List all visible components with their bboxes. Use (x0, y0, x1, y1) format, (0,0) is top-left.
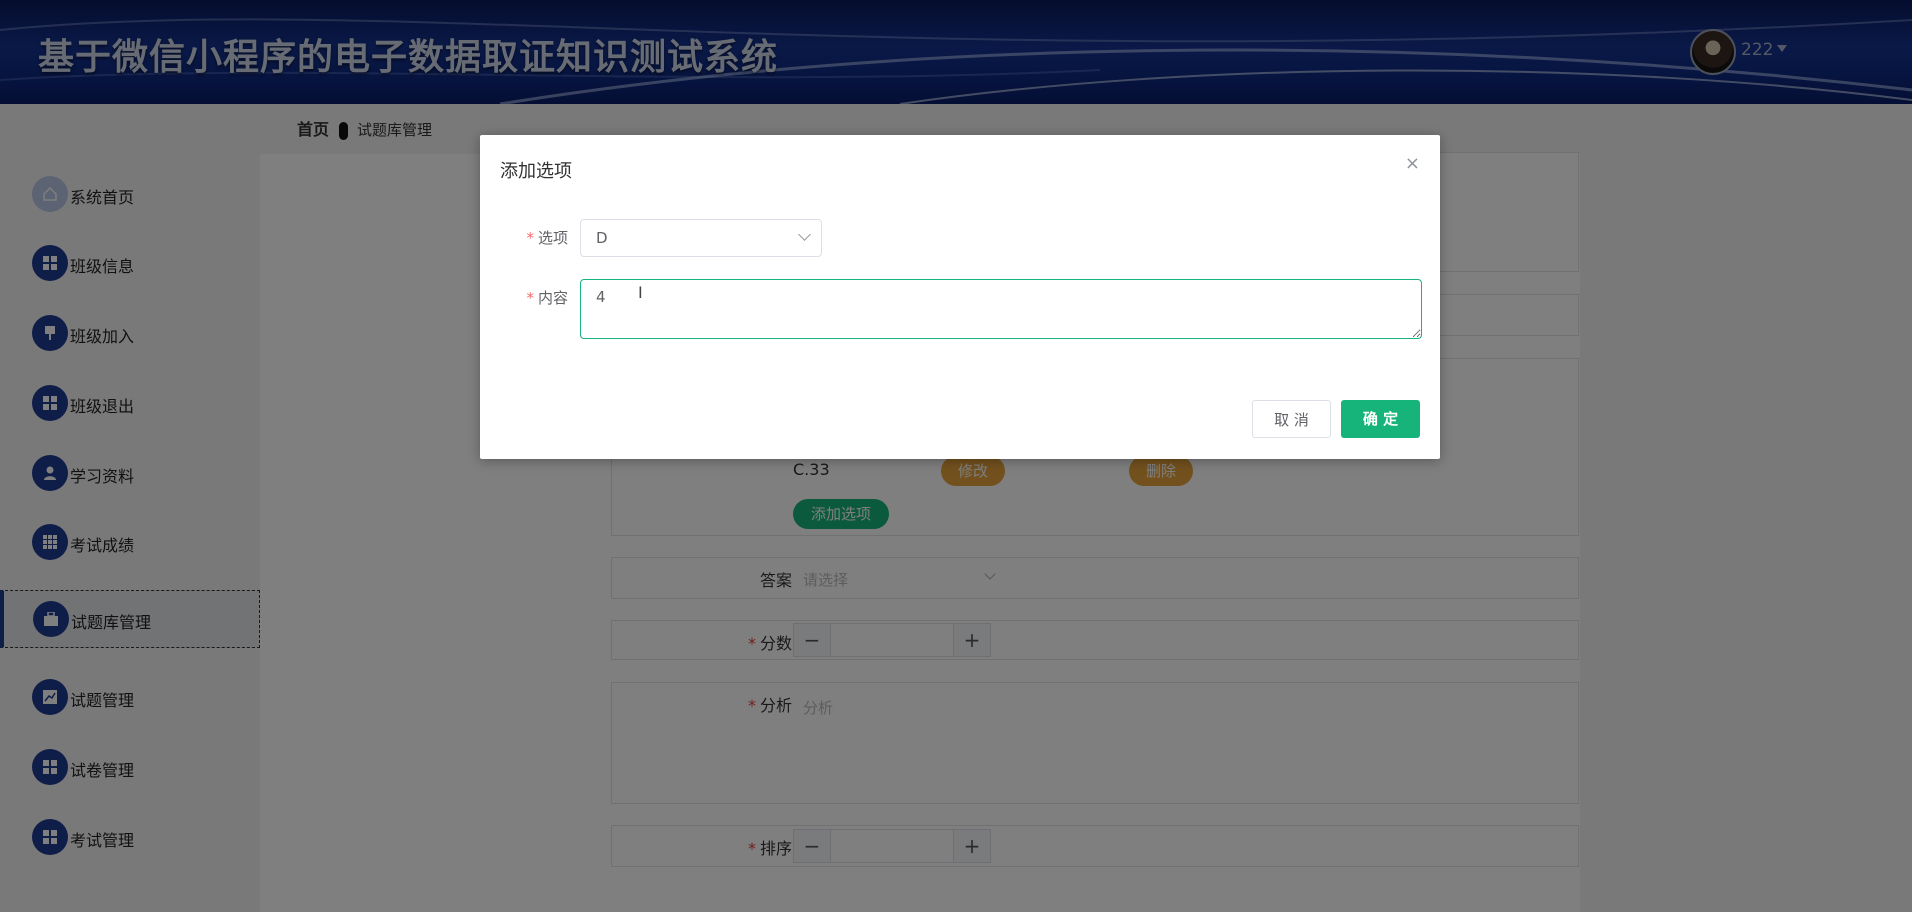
chevron-down-icon (798, 228, 811, 241)
content-field-label: * 内容 (526, 289, 568, 307)
option-select[interactable]: D (580, 219, 822, 257)
close-icon[interactable]: × (1405, 153, 1420, 174)
text-cursor-icon: I (638, 283, 643, 302)
dialog-title: 添加选项 (500, 161, 572, 182)
content-textarea[interactable] (580, 279, 1422, 339)
confirm-button[interactable]: 确 定 (1341, 400, 1420, 438)
add-option-dialog: 添加选项 × *选项 D *内容 取 消 确 定 (480, 135, 1440, 459)
option-field-label: * 选项 (526, 229, 568, 247)
option-select-value: D (596, 229, 608, 247)
cancel-button[interactable]: 取 消 (1252, 400, 1331, 438)
